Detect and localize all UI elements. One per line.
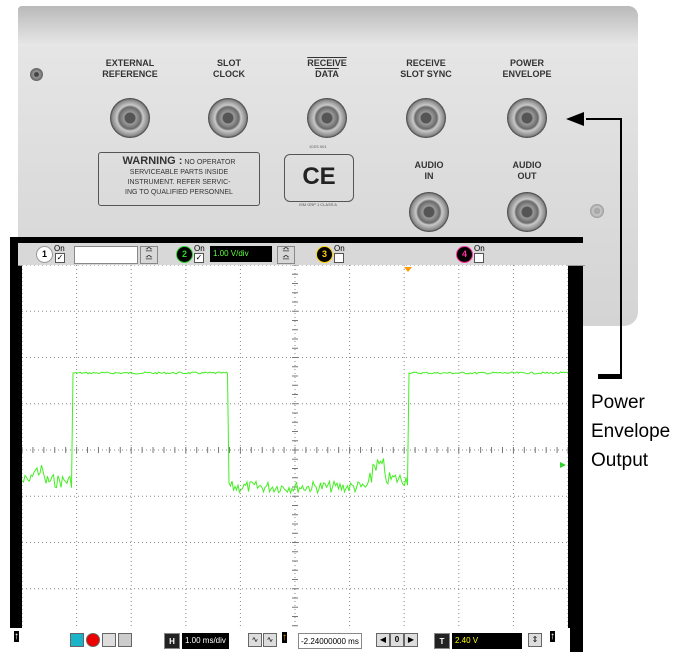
position-right-button[interactable]: ▶ <box>404 633 418 647</box>
channel-4-on-checkbox[interactable] <box>474 253 484 263</box>
run-button[interactable] <box>70 633 84 647</box>
single-button[interactable] <box>102 633 116 647</box>
connector-label-receive-slot-sync: RECEIVE SLOT SYNC <box>400 58 452 79</box>
trigger-position-marker-icon <box>404 267 412 272</box>
channel-toolbar: 1 On ✓ ≏ ≏ 2 On ✓ 1.00 V/div ≏ ≏ 3 On 4 On <box>18 243 585 266</box>
trigger-label: T <box>434 633 450 649</box>
connector-label-receive-data: RECEIVE DATA <box>307 58 347 79</box>
callout-connector-line <box>620 118 622 376</box>
callout-arrow-line <box>586 118 621 120</box>
channel-2-scale-field[interactable]: 1.00 V/div <box>210 246 272 262</box>
channel-3-on-label: On <box>334 244 345 253</box>
channel-4-icon[interactable]: 4 <box>456 246 473 263</box>
connector-label-slot-clock: SLOT CLOCK <box>213 58 245 79</box>
channel-1-icon[interactable]: 1 <box>36 246 53 263</box>
ce-mark: CE <box>284 154 354 202</box>
trigger-level-value[interactable]: 2.40 V <box>452 633 522 649</box>
external-reference-connector <box>110 98 150 138</box>
oscilloscope-window: 1 On ✓ ≏ ≏ 2 On ✓ 1.00 V/div ≏ ≏ 3 On 4 On… <box>10 237 585 652</box>
channel-3-icon[interactable]: 3 <box>316 246 333 263</box>
channel-2-ground-marker-icon <box>560 462 566 468</box>
waveform-display <box>22 265 568 635</box>
panel-screw <box>30 68 43 81</box>
timebase-spinner-left[interactable]: ∿ <box>248 633 262 647</box>
connector-label-audio-out: AUDIO OUT <box>512 160 542 181</box>
position-zero-button[interactable]: 0 <box>390 633 404 647</box>
channel-3-on-checkbox[interactable] <box>334 253 344 263</box>
panel-top-rail <box>18 6 638 46</box>
position-marker-icon: ↑ <box>282 632 287 643</box>
ce-certification-text: ICES 001 <box>309 144 327 149</box>
horizontal-label: H <box>164 633 180 649</box>
receive-slot-sync-connector <box>406 98 446 138</box>
callout-arrow-icon <box>566 112 584 126</box>
channel-4-on-label: On <box>474 244 485 253</box>
timebase-bar: ↑ H 1.00 ms/div ∿ ∿ ↑ -2.24000000 ms ◀ 0… <box>10 628 570 652</box>
channel-2-scale-spinner[interactable]: ≏ ≏ <box>277 246 295 264</box>
audio-out-connector <box>507 192 547 232</box>
channel-1-on-label: On <box>54 244 65 253</box>
scroll-right-arrow-icon[interactable]: ↑ <box>550 631 555 642</box>
power-envelope-connector <box>507 98 547 138</box>
position-value[interactable]: -2.24000000 ms <box>298 633 362 649</box>
audio-in-connector <box>409 192 449 232</box>
receive-data-connector <box>307 98 347 138</box>
callout-label: Power Envelope Output <box>591 392 671 471</box>
connector-label-audio-in: AUDIO IN <box>414 160 444 181</box>
timebase-value[interactable]: 1.00 ms/div <box>182 633 229 649</box>
channel-1-scale-spinner[interactable]: ≏ ≏ <box>140 246 158 264</box>
ce-class-text: ISM GRP 1 CLASS A <box>299 202 337 207</box>
timebase-spinner-right[interactable]: ∿ <box>263 633 277 647</box>
panel-screw <box>590 204 604 218</box>
connector-label-power-envelope: POWER ENVELOPE <box>502 58 552 79</box>
callout-connector-foot <box>598 374 622 379</box>
trigger-level-spinner[interactable]: ⇕ <box>528 633 542 647</box>
connector-label-external-reference: EXTERNAL REFERENCE <box>102 58 158 79</box>
warning-label: WARNING : NO OPERATOR SERVICEABLE PARTS … <box>98 152 260 206</box>
position-left-button[interactable]: ◀ <box>376 633 390 647</box>
channel-1-scale-field[interactable] <box>74 246 138 264</box>
channel-2-on-label: On <box>194 244 205 253</box>
channel-2-on-checkbox[interactable]: ✓ <box>194 253 204 263</box>
scroll-left-arrow-icon[interactable]: ↑ <box>14 631 19 642</box>
channel-1-on-checkbox[interactable]: ✓ <box>55 253 65 263</box>
slot-clock-connector <box>208 98 248 138</box>
stop-button[interactable] <box>86 633 100 647</box>
print-icon[interactable] <box>118 633 132 647</box>
channel-2-waveform-trace <box>22 371 568 495</box>
channel-2-icon[interactable]: 2 <box>176 246 193 263</box>
